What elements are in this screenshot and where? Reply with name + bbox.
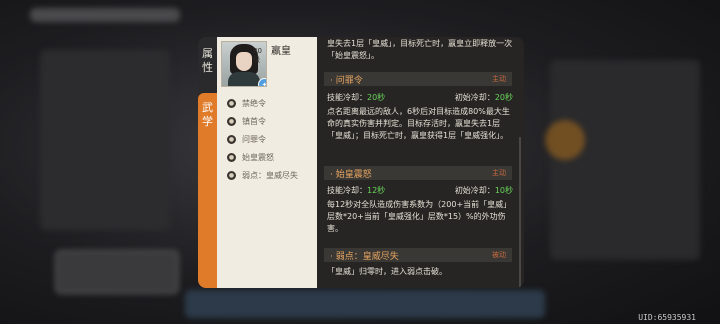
hero-name: 嬴皇 (271, 46, 291, 57)
init-label: 初始冷却： (454, 93, 495, 102)
portrait-face (236, 52, 252, 71)
skill-icon: ● (227, 152, 236, 162)
skill-desc-2: 每12秒对全队造成伤害系数为（200+当前「皇威」层数*20+当前「皇威强化」层… (327, 200, 512, 233)
skill-title: · 问罪令 (330, 75, 363, 86)
skill-detail-pane[interactable]: 皇失去1层「皇威」，目标死亡时，嬴皇立即释放一次「始皇震怒」。 · 问罪令 主动… (317, 37, 524, 288)
background-button (55, 250, 179, 294)
background-left-list (40, 50, 170, 230)
skill-desc-1: 点名距离最远的敌人，6秒后对目标造成80%最大生命的真实伤害并判定。目标存活时，… (327, 107, 510, 140)
cd-value: 20秒 (367, 93, 386, 102)
cd-value: 12秒 (367, 186, 386, 195)
skill-header-2: · 始皇震怒 主动 (324, 166, 512, 180)
detail-scrollbar[interactable] (519, 137, 521, 288)
hero-summary: 80级 ✦ 嬴皇 ● 禁绝令 ● 镇首令 ● 问罪令 ● 始皇震怒 ● 弱点：皇… (217, 37, 317, 288)
skill-item-1[interactable]: ● 禁绝令 (227, 96, 266, 110)
skill-title: · 始皇震怒 (330, 169, 372, 180)
tab-martial-label: 武 学 (202, 101, 213, 128)
skill-label: 镇首令 (242, 116, 266, 126)
uid-label: UID:65935931 (638, 313, 696, 322)
background-orange-light (545, 120, 585, 160)
hero-skill-panel: 属 性 武 学 80级 ✦ 嬴皇 ● 禁绝令 ● 镇首令 ● 问罪令 ● 始皇震… (198, 37, 524, 288)
tab-attributes-label: 属 性 (202, 47, 213, 74)
hero-level: 80级 (253, 47, 262, 64)
init-label: 初始冷却： (454, 186, 495, 195)
element-badge-icon: ✦ (258, 78, 266, 86)
side-tabs: 属 性 武 学 (198, 37, 217, 288)
tab-attributes[interactable]: 属 性 (198, 43, 217, 79)
skill-icon: ● (227, 98, 236, 108)
skill-item-4[interactable]: ● 始皇震怒 (227, 150, 274, 164)
cooldown: 技能冷却：20秒 (327, 92, 385, 103)
cd-label: 技能冷却： (327, 186, 367, 195)
cooldown-row-2: 技能冷却：12秒 初始冷却：10秒 (327, 185, 513, 196)
background-right-list (550, 60, 700, 260)
skill-title: · 弱点：皇威尽失 (330, 251, 399, 262)
skill-type: 主动 (492, 75, 506, 83)
init-value: 20秒 (494, 93, 513, 102)
skill-item-5[interactable]: ● 弱点：皇威尽失 (227, 168, 298, 182)
cooldown: 技能冷却：12秒 (327, 185, 385, 196)
skill-desc-3: 「皇威」归零时，进入弱点击破。 (327, 267, 447, 276)
initial-cooldown: 初始冷却：10秒 (455, 185, 513, 196)
skill-label: 问罪令 (242, 134, 266, 144)
skill-icon: ● (227, 134, 236, 144)
detail-top-text: 皇失去1层「皇威」，目标死亡时，嬴皇立即释放一次「始皇震怒」。 (327, 39, 513, 60)
cd-label: 技能冷却： (327, 93, 367, 102)
skill-icon: ● (227, 116, 236, 126)
background-bottom-strip (185, 290, 545, 318)
skill-type: 被动 (492, 251, 506, 259)
hero-portrait: 80级 ✦ (221, 41, 267, 87)
skill-item-2[interactable]: ● 镇首令 (227, 114, 266, 128)
tab-martial-arts[interactable]: 武 学 (198, 93, 217, 288)
skill-label: 弱点：皇威尽失 (242, 170, 298, 180)
skill-label: 始皇震怒 (242, 152, 274, 162)
skill-type: 主动 (492, 169, 506, 177)
skill-label: 禁绝令 (242, 98, 266, 108)
portrait-robe (228, 72, 260, 86)
initial-cooldown: 初始冷却：20秒 (455, 92, 513, 103)
skill-item-3[interactable]: ● 问罪令 (227, 132, 266, 146)
skill-header-1: · 问罪令 主动 (324, 72, 512, 86)
skill-header-3: · 弱点：皇威尽失 被动 (324, 248, 512, 262)
background-top-bar (30, 8, 180, 22)
skill-icon: ● (227, 170, 236, 180)
cooldown-row-1: 技能冷却：20秒 初始冷却：20秒 (327, 92, 513, 103)
init-value: 10秒 (494, 186, 513, 195)
